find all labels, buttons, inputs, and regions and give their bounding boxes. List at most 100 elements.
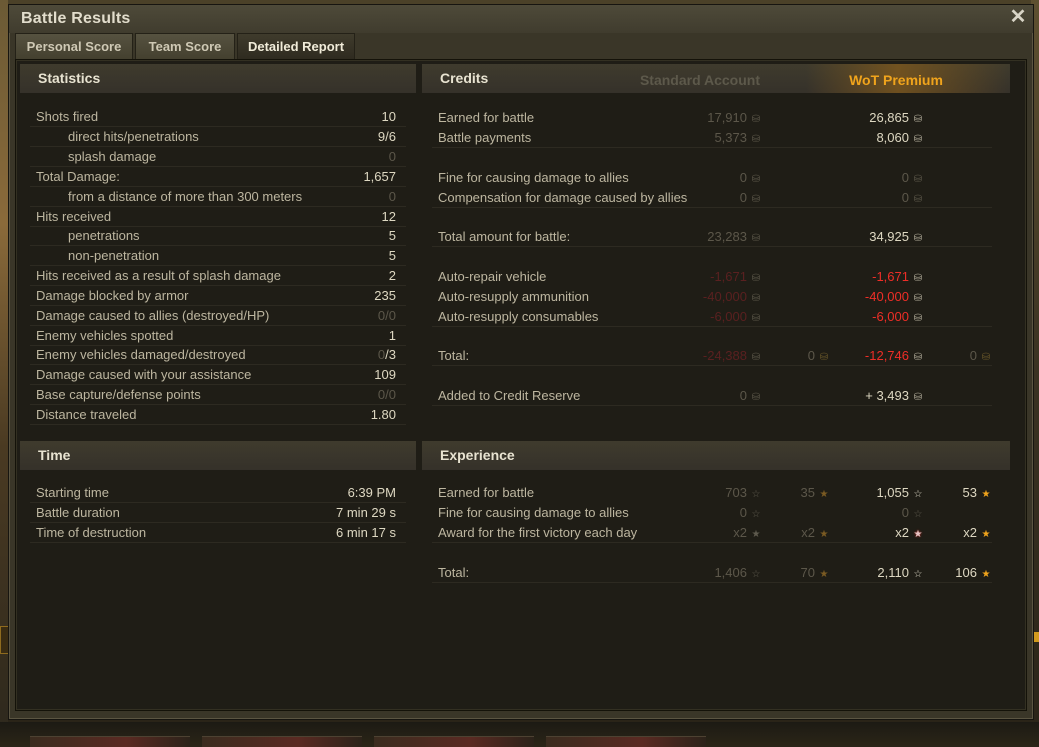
stat-row: Total Damage: 1,657 <box>20 167 416 186</box>
credit-std-gold: 0 ⛁ <box>808 346 830 367</box>
exp-prem-value: 1,055 ☆ <box>876 483 924 504</box>
time-label: Battle duration <box>36 505 120 520</box>
credit-std-value: 0 ⛁ <box>740 386 762 407</box>
stat-value: 235 <box>374 288 396 303</box>
standard-account-label: Standard Account <box>639 72 760 88</box>
exp-std-free: 35 ★ <box>801 483 830 504</box>
stat-label: direct hits/penetrations <box>68 129 199 144</box>
credit-std-value: 0 ⛁ <box>740 168 762 189</box>
carousel-slot[interactable] <box>30 736 190 747</box>
exp-row: Total: 1,406 ☆ 70 ★ 2,110 ☆ 106 ★ <box>422 563 1010 582</box>
exp-prem-free: x2 ★ <box>963 523 992 544</box>
time-value: 6 min 17 s <box>336 525 396 540</box>
carousel-slot[interactable] <box>374 736 534 747</box>
credit-prem-value: 8,060 ⛁ <box>876 128 924 149</box>
statistics-header: Statistics <box>20 64 416 93</box>
stat-label: Hits received as a result of splash dama… <box>36 268 281 283</box>
carousel-slot[interactable] <box>202 736 362 747</box>
stat-value: 5 <box>388 248 396 263</box>
exp-std-value: 703 ☆ <box>725 483 762 504</box>
battle-results-window: Battle Results ✕ Personal Score Team Sco… <box>8 4 1034 720</box>
stat-value: 12 <box>381 209 396 224</box>
exp-label: Fine for causing damage to allies <box>438 505 629 520</box>
stat-value: 2 <box>388 268 396 283</box>
stat-value: 0/0 <box>377 308 396 323</box>
stat-label: Damage blocked by armor <box>36 288 189 303</box>
premium-account-label: WoT Premium <box>849 72 943 88</box>
exp-prem-value: 2,110 ☆ <box>877 563 924 584</box>
close-icon[interactable]: ✕ <box>1009 7 1027 27</box>
divider <box>432 326 992 327</box>
stat-row: Damage blocked by armor 235 <box>20 286 416 305</box>
tab-personal-score[interactable]: Personal Score <box>15 33 133 59</box>
stat-row: Enemy vehicles spotted 1 <box>20 326 416 345</box>
stat-row: from a distance of more than 300 meters 0 <box>20 187 416 206</box>
credit-row: Added to Credit Reserve 0 ⛁ + 3,493 ⛁ <box>422 386 1010 405</box>
time-row: Time of destruction 6 min 17 s <box>20 523 416 542</box>
stat-value: 109 <box>374 367 396 382</box>
time-header: Time <box>20 441 416 470</box>
exp-row: Award for the first victory each day x2 ★… <box>422 523 1010 542</box>
stat-label: from a distance of more than 300 meters <box>68 189 303 204</box>
exp-row: Earned for battle 703 ☆ 35 ★ 1,055 ☆ 53 ★ <box>422 483 1010 502</box>
exp-std-free: 70 ★ <box>801 563 830 584</box>
stat-label: penetrations <box>68 228 140 243</box>
credit-label: Auto-resupply ammunition <box>438 289 590 304</box>
tab-team-score[interactable]: Team Score <box>135 33 235 59</box>
divider <box>432 542 992 543</box>
tab-detailed-report[interactable]: Detailed Report <box>237 33 355 59</box>
divider <box>432 582 992 583</box>
stat-label: non-penetration <box>68 248 160 263</box>
detailed-report-panel: Statistics Credits Standard Account WoT … <box>15 59 1027 711</box>
credit-label: Total: <box>438 348 470 363</box>
credit-std-value: 5,373 ⛁ <box>714 128 762 149</box>
stat-label: Distance traveled <box>36 407 137 422</box>
credit-row: Auto-resupply consumables -6,000 ⛁ -6,000… <box>422 307 1010 326</box>
carousel-slot[interactable] <box>546 736 706 747</box>
time-label: Starting time <box>36 485 109 500</box>
title-bar[interactable]: Battle Results ✕ <box>9 5 1033 33</box>
stat-row: Shots fired 10 <box>20 107 416 126</box>
free-xp-star-icon: ★ <box>819 489 829 500</box>
window-title: Battle Results <box>21 10 131 27</box>
credit-row: Auto-resupply ammunition -40,000 ⛁ -40,00… <box>422 287 1010 306</box>
stat-row: Hits received as a result of splash dama… <box>20 266 416 285</box>
exp-label: Earned for battle <box>438 485 535 500</box>
exp-label: Total: <box>438 565 470 580</box>
stat-value: 0/0 <box>377 387 396 402</box>
time-row: Starting time 6:39 PM <box>20 483 416 502</box>
credit-row: Total amount for battle: 23,283 ⛁ 34,925 ⛁ <box>422 227 1010 246</box>
stat-value: 9/6 <box>377 129 396 144</box>
statistics-title: Statistics <box>38 70 101 86</box>
exp-label: Award for the first victory each day <box>438 525 638 540</box>
stat-row: Damage caused to allies (destroyed/HP) 0/… <box>20 306 416 325</box>
credit-std-value: -40,000 ⛁ <box>703 287 762 308</box>
credit-row: Fine for causing damage to allies 0 ⛁ 0 ⛁ <box>422 168 1010 187</box>
credit-prem-value: + 3,493 ⛁ <box>865 386 924 407</box>
stat-row: Damage caused with your assistance 109 <box>20 365 416 384</box>
xp-star-icon: ☆ <box>913 509 923 520</box>
credit-label: Earned for battle <box>438 110 535 125</box>
divider <box>30 424 406 425</box>
credit-prem-value: 0 ⛁ <box>902 188 924 209</box>
xp-star-icon: ☆ <box>751 509 761 520</box>
credit-label: Auto-repair vehicle <box>438 269 547 284</box>
stat-value: 0 <box>388 149 396 164</box>
divider <box>432 405 992 406</box>
time-label: Time of destruction <box>36 525 147 540</box>
time-row: Battle duration 7 min 29 s <box>20 503 416 522</box>
divider <box>432 207 992 208</box>
credit-prem-value: 34,925 ⛁ <box>869 227 924 248</box>
credit-label: Compensation for damage caused by allies <box>438 190 688 205</box>
credit-coin-icon: ⛁ <box>913 114 923 125</box>
divider <box>30 542 406 543</box>
stat-label: Damage caused to allies (destroyed/HP) <box>36 308 270 323</box>
credit-coin-icon: ⛁ <box>913 174 923 185</box>
stat-label: splash damage <box>68 149 157 164</box>
divider <box>432 365 992 366</box>
credit-label: Battle payments <box>438 130 532 145</box>
stat-value: 0 <box>388 189 396 204</box>
exp-row: Fine for causing damage to allies 0 ☆ 0 ☆ <box>422 503 1010 522</box>
credit-label: Auto-resupply consumables <box>438 309 599 324</box>
destroyed-count: /3 <box>385 347 396 362</box>
